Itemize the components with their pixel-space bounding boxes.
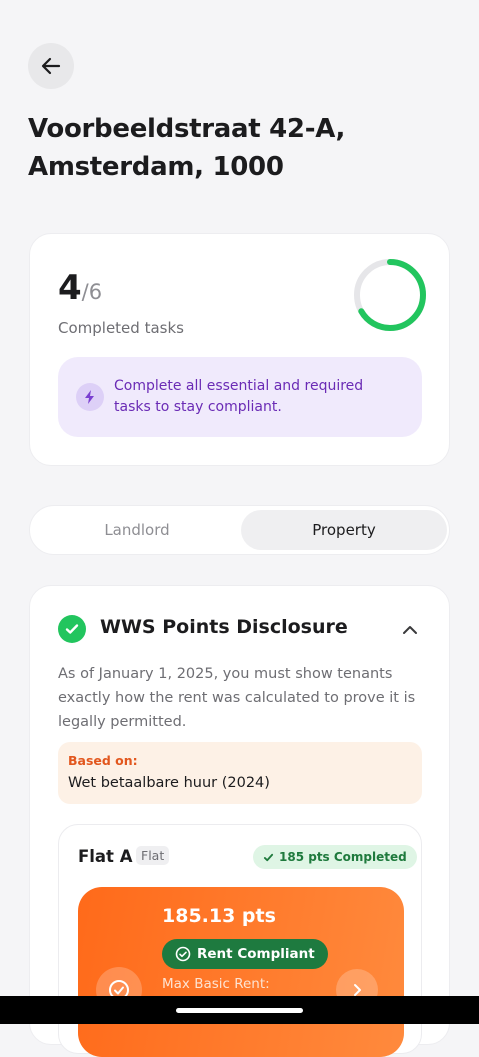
back-button[interactable]	[28, 43, 74, 89]
page-title: Voorbeeldstraat 42-A, Amsterdam, 1000	[28, 114, 346, 182]
unit-name: Flat A	[78, 847, 133, 866]
points-status-text: 185 pts Completed	[279, 850, 407, 864]
wws-title: WWS Points Disclosure	[100, 616, 348, 638]
arrow-left-icon	[41, 57, 61, 75]
progress-card: 4/6 Completed tasks Complete all essenti…	[29, 233, 450, 466]
points-panel: 185.13 pts Rent Compliant Max Basic Rent…	[78, 887, 404, 1057]
tab-switcher: Landlord Property	[29, 505, 450, 555]
lightning-icon	[76, 383, 104, 411]
points-value: 185.13 pts	[162, 905, 276, 927]
unit-type-tag: Flat	[136, 846, 170, 865]
check-circle-outline-icon	[175, 946, 191, 962]
chevron-up-icon[interactable]	[400, 620, 420, 640]
check-circle-icon	[58, 615, 86, 643]
system-nav-bar	[0, 996, 479, 1024]
based-on-label: Based on:	[68, 753, 138, 768]
check-icon	[263, 853, 274, 861]
rent-compliant-text: Rent Compliant	[197, 946, 315, 962]
task-count: 4/6	[58, 268, 102, 308]
compliance-notice: Complete all essential and required task…	[58, 357, 422, 437]
tab-landlord[interactable]: Landlord	[34, 510, 240, 550]
completed-tasks-label: Completed tasks	[58, 319, 184, 337]
progress-ring	[354, 259, 426, 331]
rent-compliant-badge: Rent Compliant	[162, 939, 328, 969]
completed-count: 4	[58, 268, 82, 308]
home-indicator[interactable]	[176, 1008, 303, 1013]
notice-text: Complete all essential and required task…	[114, 378, 364, 415]
based-on-box: Based on: Wet betaalbare huur (2024)	[58, 742, 422, 804]
wws-points-card: WWS Points Disclosure As of January 1, 2…	[29, 585, 450, 1057]
wws-description: As of January 1, 2025, you must show ten…	[58, 666, 416, 730]
points-status-badge: 185 pts Completed	[253, 845, 417, 869]
tab-property[interactable]: Property	[241, 510, 447, 550]
based-on-value: Wet betaalbare huur (2024)	[68, 775, 270, 791]
total-count: /6	[81, 280, 103, 304]
max-rent-label: Max Basic Rent:	[162, 976, 270, 992]
